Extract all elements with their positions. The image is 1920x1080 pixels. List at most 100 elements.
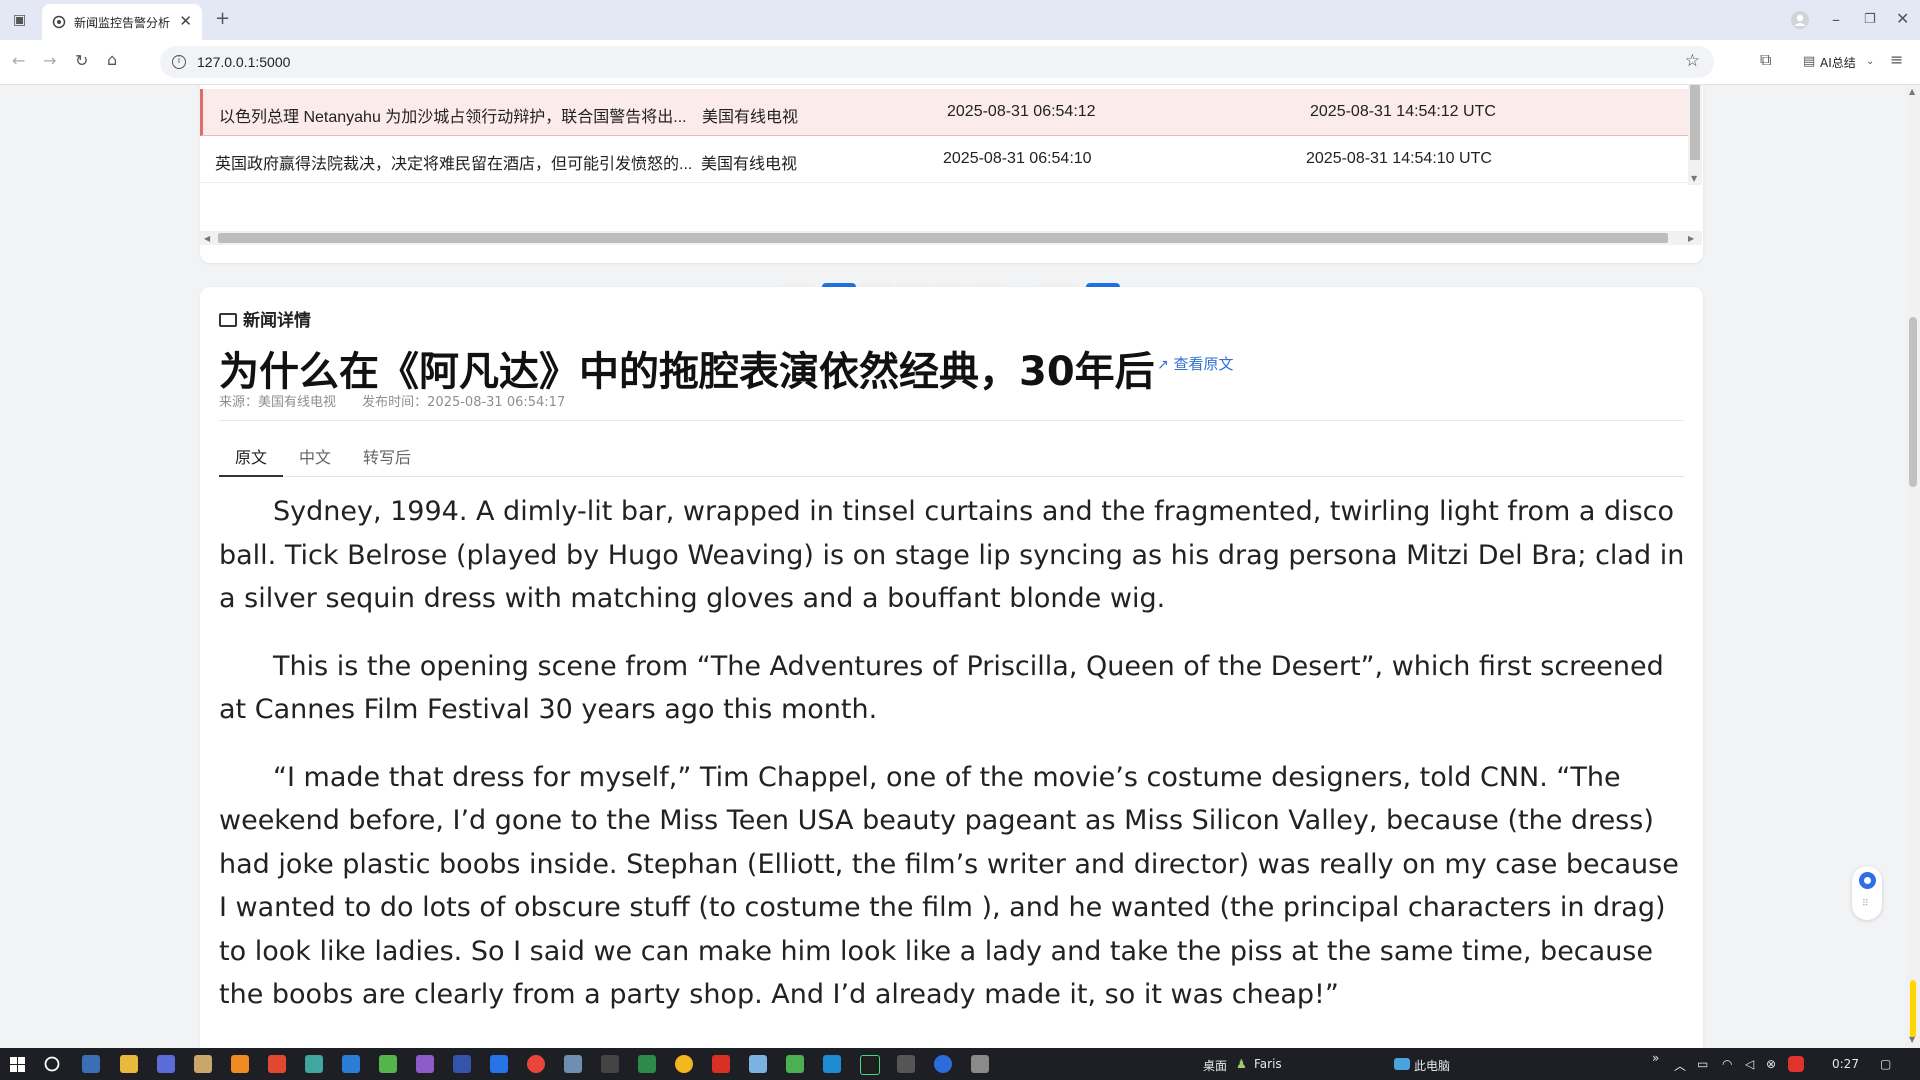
ai-summary-label[interactable]: AI总结 (1820, 54, 1856, 71)
menu-icon[interactable]: ≡ (1890, 52, 1903, 68)
browser-tab[interactable]: 新闻监控告警分析 ✕ (42, 4, 202, 40)
news-utc-cell: 2025-08-31 14:54:12 UTC (1310, 103, 1496, 120)
tab-close-icon[interactable]: ✕ (179, 12, 192, 30)
app-icon[interactable] (268, 1055, 286, 1073)
app-icon[interactable] (157, 1055, 175, 1073)
back-icon[interactable]: ← (12, 53, 25, 69)
app-icon[interactable] (305, 1055, 323, 1073)
search-icon[interactable] (44, 1056, 60, 1072)
page-scroll-thumb[interactable] (1909, 317, 1917, 487)
chrome-icon[interactable] (527, 1055, 545, 1073)
restore-icon[interactable]: ❐ (1864, 12, 1876, 28)
tab-original[interactable]: 原文 (235, 444, 267, 468)
wifi-icon[interactable]: ◠ (1722, 1057, 1732, 1071)
windows-start-icon[interactable] (10, 1057, 25, 1072)
news-source-cell: 美国有线电视 (702, 109, 799, 126)
app-icon[interactable] (231, 1055, 249, 1073)
page-viewport: 以色列总理 Netanyahu 为加沙城占领行动辩护，联合国警告将出... 美国… (0, 85, 1906, 1048)
assistant-icon[interactable] (1859, 872, 1876, 889)
news-title-cell[interactable]: 英国政府赢得法院裁决，决定将难民留在酒店，但可能引发愤怒的... (215, 150, 692, 174)
news-source-cell: 美国有线电视 (701, 156, 798, 173)
drag-handle-icon[interactable]: ⠿ (1862, 899, 1869, 909)
scroll-left-arrow-icon[interactable]: ◀ (204, 234, 210, 243)
app-icon[interactable] (786, 1055, 804, 1073)
table-horizontal-scroll-thumb[interactable] (218, 233, 1668, 243)
volume-icon[interactable]: ◁ (1745, 1057, 1754, 1071)
news-title-cell[interactable]: 以色列总理 Netanyahu 为加沙城占领行动辩护，联合国警告将出... (219, 103, 687, 127)
taskview-icon[interactable] (82, 1055, 100, 1073)
scroll-right-arrow-icon[interactable]: ▶ (1688, 234, 1694, 243)
computer-label[interactable]: 此电脑 (1414, 1057, 1450, 1074)
browser-tab-bar: ▣ 新闻监控告警分析 ✕ + – ❐ ✕ (0, 0, 1920, 40)
divider (219, 420, 1684, 421)
desktop-label[interactable]: 桌面 (1203, 1057, 1227, 1074)
app-icon[interactable] (453, 1055, 471, 1073)
notification-icon[interactable]: ▢ (1880, 1057, 1891, 1071)
external-link-icon: ↗ (1157, 357, 1169, 373)
app-icon[interactable] (416, 1055, 434, 1073)
app-icon[interactable] (194, 1055, 212, 1073)
table-row[interactable]: 以色列总理 Netanyahu 为加沙城占领行动辩护，联合国警告将出... 美国… (200, 89, 1690, 136)
user-label[interactable]: Faris (1254, 1057, 1282, 1071)
tab-rewritten[interactable]: 转写后 (363, 444, 411, 468)
page-scroll-down-icon[interactable]: ▼ (1909, 1035, 1915, 1044)
app-tray-icon[interactable]: ⊗ (1766, 1057, 1776, 1071)
minimize-icon[interactable]: – (1832, 12, 1840, 28)
site-info-icon[interactable]: i (172, 55, 186, 69)
extensions-icon[interactable]: ⧉ (1760, 52, 1771, 68)
tab-actions-icon[interactable]: ▣ (13, 12, 26, 28)
chrome-icon[interactable] (675, 1055, 693, 1073)
table-vertical-scroll-thumb[interactable] (1690, 85, 1700, 160)
newspaper-icon (219, 313, 237, 327)
app-icon[interactable] (564, 1055, 582, 1073)
scroll-down-arrow-icon[interactable]: ▼ (1691, 174, 1697, 183)
browser-active-icon[interactable] (934, 1055, 952, 1073)
scroll-marker (1910, 980, 1916, 1038)
tab-favicon-icon (52, 15, 66, 29)
url-text[interactable]: 127.0.0.1:5000 (197, 54, 290, 70)
app-icon[interactable] (490, 1055, 508, 1073)
view-source-text[interactable]: 查看原文 (1174, 355, 1234, 373)
close-window-icon[interactable]: ✕ (1896, 11, 1909, 27)
omnibox[interactable]: i 127.0.0.1:5000 ☆ (160, 46, 1714, 78)
pdf-icon[interactable] (712, 1055, 730, 1073)
ai-summary-icon[interactable]: ▤ (1803, 54, 1815, 70)
section-title: 新闻详情 (219, 306, 311, 331)
notepad-icon[interactable] (749, 1055, 767, 1073)
terminal-icon[interactable] (601, 1055, 619, 1073)
floating-assistant-widget[interactable]: ⠿ (1852, 866, 1882, 920)
table-horizontal-scrollbar[interactable]: ◀ ▶ (200, 231, 1702, 245)
address-bar-row: ← → ↻ ⌂ i 127.0.0.1:5000 ☆ ⧉ ▤ AI总结 ⌄ ≡ (0, 40, 1920, 85)
tray-app-icon[interactable] (1788, 1056, 1804, 1072)
vscode-icon[interactable] (823, 1055, 841, 1073)
page-vertical-scrollbar[interactable]: ▲ ▼ (1906, 85, 1920, 1048)
computer-icon (1394, 1058, 1410, 1070)
forward-icon[interactable]: → (43, 53, 56, 69)
article-source: 来源：美国有线电视 (219, 395, 337, 410)
view-source-link[interactable]: ↗ 查看原文 (1157, 353, 1234, 374)
page-scroll-up-icon[interactable]: ▲ (1909, 87, 1915, 96)
profile-avatar-icon[interactable] (1790, 10, 1810, 30)
bookmark-star-icon[interactable]: ☆ (1685, 51, 1700, 71)
table-vertical-scrollbar[interactable]: ▼ (1688, 85, 1702, 185)
table-row[interactable]: 英国政府赢得法院裁决，决定将难民留在酒店，但可能引发愤怒的... 美国有线电视 … (200, 136, 1687, 183)
file-explorer-icon[interactable] (120, 1055, 138, 1073)
app-icon[interactable] (638, 1055, 656, 1073)
clock-time[interactable]: 0:27 (1832, 1057, 1859, 1071)
tab-chinese[interactable]: 中文 (299, 444, 331, 468)
overflow-icon[interactable]: » (1652, 1051, 1659, 1065)
article-publish-time: 发布时间：2025-08-31 06:54:17 (362, 395, 566, 410)
pycharm-icon[interactable] (860, 1055, 880, 1075)
home-icon[interactable]: ⌂ (107, 52, 117, 68)
app-icon[interactable] (342, 1055, 360, 1073)
chevron-up-icon[interactable]: ︿ (1674, 1057, 1686, 1074)
battery-icon: ▭ (1697, 1057, 1709, 1071)
app-icon[interactable] (971, 1055, 989, 1073)
news-list-card: 以色列总理 Netanyahu 为加沙城占领行动辩护，联合国警告将出... 美国… (200, 85, 1703, 263)
chevron-down-icon[interactable]: ⌄ (1866, 54, 1874, 70)
app-icon[interactable] (379, 1055, 397, 1073)
taskbar: 桌面 ♟ Faris 此电脑 » ︿ ▭ ◠ ◁ ⊗ 0:27 ▢ (0, 1048, 1920, 1080)
reload-icon[interactable]: ↻ (75, 53, 88, 69)
new-tab-icon[interactable]: + (215, 10, 230, 28)
app-icon[interactable] (897, 1055, 915, 1073)
